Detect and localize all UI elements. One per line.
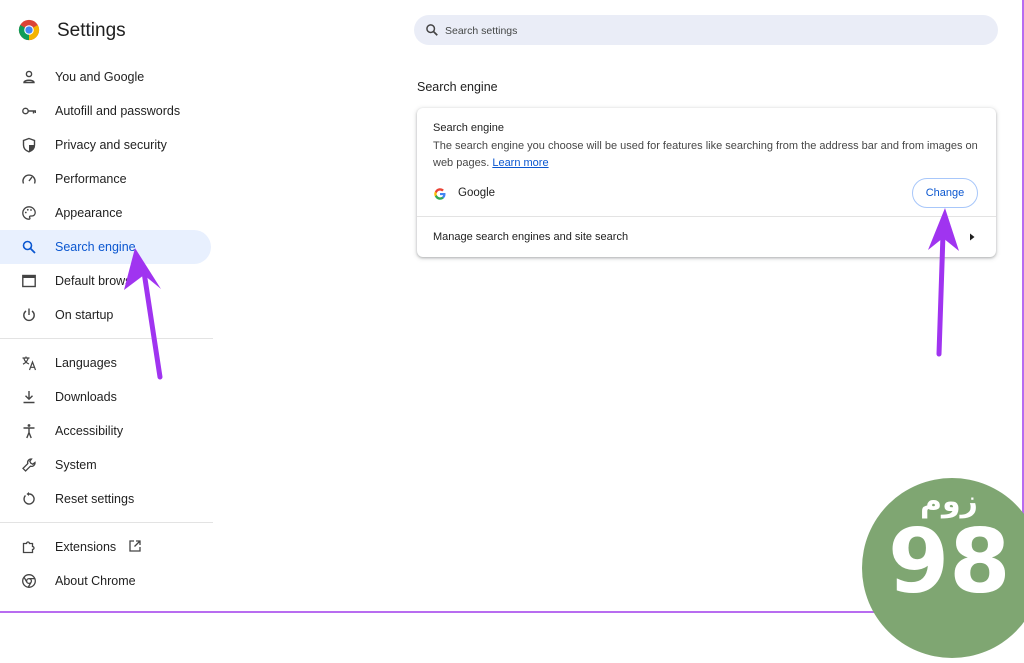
search-bar[interactable]	[414, 15, 998, 47]
open-external-icon	[128, 539, 142, 553]
google-g-icon	[434, 188, 446, 200]
shield-icon	[21, 137, 37, 153]
sidebar-item-label: Performance	[55, 172, 127, 186]
sidebar-item-label: Reset settings	[55, 492, 135, 506]
key-icon	[21, 103, 37, 119]
watermark-logo: زوم 98	[862, 478, 1024, 658]
search-icon	[426, 24, 438, 36]
selected-search-engine: Google	[458, 187, 496, 199]
translate-icon	[21, 355, 37, 371]
palette-icon	[21, 205, 37, 221]
sidebar-item-label: Extensions	[55, 540, 117, 554]
sidebar-item-label: Languages	[55, 356, 117, 370]
sidebar-item-label: Accessibility	[55, 424, 124, 438]
wrench-icon	[21, 457, 37, 473]
sidebar-item-performance[interactable]: Performance	[0, 162, 211, 196]
sidebar-divider	[0, 522, 213, 523]
download-icon	[21, 389, 37, 405]
sidebar-item-label: Default brows	[55, 274, 132, 288]
sidebar-item-label: About Chrome	[55, 574, 136, 588]
person-icon	[21, 69, 37, 85]
sidebar-item-system[interactable]: System	[0, 448, 211, 482]
sidebar-item-extensions[interactable]: Extensions	[0, 530, 211, 564]
sidebar-item-label: Downloads	[55, 390, 117, 404]
sidebar-item-search-engine[interactable]: Search engine	[0, 230, 211, 264]
sidebar-item-default-browser[interactable]: Default brows	[0, 264, 211, 298]
search-icon	[21, 239, 37, 255]
sidebar-item-label: System	[55, 458, 97, 472]
search-input[interactable]	[443, 15, 987, 47]
sidebar-item-autofill[interactable]: Autofill and passwords	[0, 94, 211, 128]
learn-more-link[interactable]: Learn more	[492, 157, 548, 169]
page-title: Settings	[57, 20, 126, 41]
manage-search-engines-label: Manage search engines and site search	[433, 231, 629, 243]
search-engine-card: Search engine The search engine you choo…	[417, 108, 996, 257]
section-title: Search engine	[417, 80, 498, 94]
sidebar-divider	[0, 338, 213, 339]
power-icon	[21, 307, 37, 323]
sidebar-item-label: Privacy and security	[55, 138, 167, 152]
reset-icon	[21, 491, 37, 507]
sidebar-item-label: Appearance	[55, 206, 123, 220]
sidebar-item-label: You and Google	[55, 70, 145, 84]
sidebar-item-label: On startup	[55, 308, 114, 322]
card-heading: Search engine	[433, 122, 504, 134]
sidebar-item-accessibility[interactable]: Accessibility	[0, 414, 211, 448]
sidebar-item-label: Search engine	[55, 240, 136, 254]
sidebar-item-about-chrome[interactable]: About Chrome	[0, 564, 211, 598]
sidebar-item-you-and-google[interactable]: You and Google	[0, 60, 211, 94]
puzzle-icon	[21, 539, 37, 555]
manage-search-engines-row[interactable]: Manage search engines and site search	[417, 217, 996, 257]
sidebar-item-privacy[interactable]: Privacy and security	[0, 128, 211, 162]
watermark-text-bottom: 98	[888, 510, 1011, 613]
sidebar-item-label: Autofill and passwords	[55, 104, 181, 118]
accessibility-icon	[21, 423, 37, 439]
card-description: The search engine you choose will be use…	[433, 140, 978, 169]
sidebar-item-downloads[interactable]: Downloads	[0, 380, 211, 414]
sidebar-item-reset-settings[interactable]: Reset settings	[0, 482, 211, 516]
speedometer-icon	[21, 171, 37, 187]
browser-window-icon	[21, 273, 37, 289]
chrome-icon	[21, 573, 37, 589]
chrome-logo-icon	[18, 19, 40, 41]
sidebar-item-languages[interactable]: Languages	[0, 346, 211, 380]
sidebar-item-on-startup[interactable]: On startup	[0, 298, 211, 332]
sidebar-item-appearance[interactable]: Appearance	[0, 196, 211, 230]
caret-right-icon	[970, 233, 975, 241]
change-button[interactable]: Change	[912, 178, 978, 208]
